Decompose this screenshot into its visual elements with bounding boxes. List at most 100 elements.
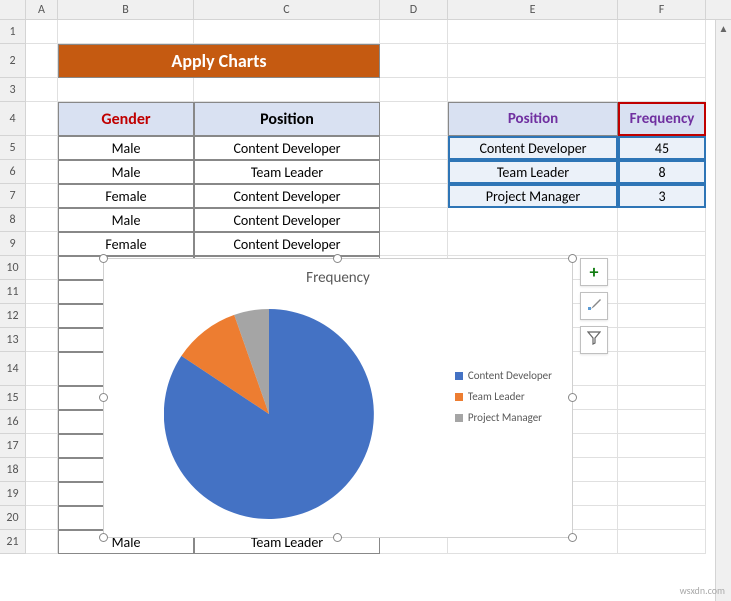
row-header[interactable]: 11 [0, 280, 26, 304]
cell[interactable] [194, 20, 380, 44]
cell[interactable] [618, 482, 706, 506]
row-header[interactable]: 16 [0, 410, 26, 434]
col-header-d[interactable]: D [380, 0, 448, 19]
legend-item[interactable]: Content Developer [455, 369, 552, 382]
cell[interactable] [380, 184, 448, 208]
row-header[interactable]: 6 [0, 160, 26, 184]
cell[interactable] [26, 458, 58, 482]
legend-item[interactable]: Team Leader [455, 390, 552, 403]
chart-filters-button[interactable] [580, 326, 608, 354]
row-header[interactable]: 1 [0, 20, 26, 44]
row-header[interactable]: 21 [0, 530, 26, 554]
cell[interactable] [618, 434, 706, 458]
row-header[interactable]: 14 [0, 352, 26, 386]
cell-frequency[interactable]: 45 [618, 136, 706, 160]
cell[interactable] [26, 160, 58, 184]
cell[interactable] [618, 78, 706, 102]
row-header[interactable]: 8 [0, 208, 26, 232]
cell[interactable] [58, 20, 194, 44]
cell-position[interactable]: Content Developer [194, 232, 380, 256]
resize-handle[interactable] [568, 533, 577, 542]
cell[interactable] [618, 304, 706, 328]
legend-item[interactable]: Project Manager [455, 411, 552, 424]
cell[interactable] [618, 458, 706, 482]
cell[interactable] [26, 280, 58, 304]
resize-handle[interactable] [99, 254, 108, 263]
row-header[interactable]: 5 [0, 136, 26, 160]
cell-position[interactable]: Content Developer [194, 136, 380, 160]
cell[interactable] [26, 20, 58, 44]
header-frequency[interactable]: Frequency [618, 102, 706, 136]
cell[interactable] [26, 44, 58, 78]
vertical-scrollbar[interactable]: ▲ [715, 20, 731, 601]
chart-elements-button[interactable]: + [580, 258, 608, 286]
cell-gender[interactable]: Female [58, 232, 194, 256]
row-header[interactable]: 10 [0, 256, 26, 280]
cell[interactable] [26, 102, 58, 136]
cell[interactable] [26, 78, 58, 102]
row-header[interactable]: 3 [0, 78, 26, 102]
cell[interactable] [26, 482, 58, 506]
resize-handle[interactable] [333, 533, 342, 542]
cell[interactable] [26, 386, 58, 410]
cell-position[interactable]: Team Leader [194, 160, 380, 184]
cell[interactable] [618, 352, 706, 386]
cell[interactable] [380, 232, 448, 256]
cell[interactable] [448, 208, 618, 232]
row-header[interactable]: 2 [0, 44, 26, 78]
cell[interactable] [26, 410, 58, 434]
cell[interactable] [618, 280, 706, 304]
cell[interactable] [448, 232, 618, 256]
cell[interactable] [618, 410, 706, 434]
cell-frequency[interactable]: 3 [618, 184, 706, 208]
cell[interactable] [618, 506, 706, 530]
cell[interactable] [26, 352, 58, 386]
cell-position-r[interactable]: Content Developer [448, 136, 618, 160]
col-header-c[interactable]: C [194, 0, 380, 19]
row-header[interactable]: 12 [0, 304, 26, 328]
row-header[interactable]: 17 [0, 434, 26, 458]
cell-position-r[interactable]: Team Leader [448, 160, 618, 184]
cell[interactable] [26, 136, 58, 160]
row-header[interactable]: 7 [0, 184, 26, 208]
col-header-b[interactable]: B [58, 0, 194, 19]
cell[interactable] [380, 160, 448, 184]
cell[interactable] [380, 208, 448, 232]
chart-styles-button[interactable] [580, 292, 608, 320]
col-header-e[interactable]: E [448, 0, 618, 19]
row-header[interactable]: 13 [0, 328, 26, 352]
cell[interactable] [380, 102, 448, 136]
col-header-a[interactable]: A [26, 0, 58, 19]
pie-chart-object[interactable]: Frequency Content Developer Team Leader … [103, 258, 573, 538]
cell[interactable] [618, 44, 706, 78]
cell[interactable] [618, 256, 706, 280]
cell[interactable] [448, 78, 618, 102]
scroll-up-icon[interactable]: ▲ [716, 20, 731, 36]
row-header[interactable]: 18 [0, 458, 26, 482]
cell[interactable] [26, 328, 58, 352]
cell[interactable] [26, 506, 58, 530]
pie-chart-plot[interactable] [164, 309, 374, 519]
chart-title[interactable]: Frequency [104, 259, 572, 287]
cell[interactable] [26, 434, 58, 458]
cell[interactable] [26, 304, 58, 328]
resize-handle[interactable] [568, 393, 577, 402]
row-header[interactable]: 4 [0, 102, 26, 136]
select-all-corner[interactable] [0, 0, 26, 19]
cell-gender[interactable]: Male [58, 136, 194, 160]
header-position-left[interactable]: Position [194, 102, 380, 136]
header-position-right[interactable]: Position [448, 102, 618, 136]
cell[interactable] [618, 328, 706, 352]
cell[interactable] [618, 530, 706, 554]
row-header[interactable]: 9 [0, 232, 26, 256]
cell[interactable] [26, 232, 58, 256]
cell[interactable] [618, 232, 706, 256]
cell[interactable] [26, 208, 58, 232]
row-header[interactable]: 20 [0, 506, 26, 530]
cell[interactable] [448, 20, 618, 44]
cell-position-r[interactable]: Project Manager [448, 184, 618, 208]
cell[interactable] [26, 256, 58, 280]
cell-position[interactable]: Content Developer [194, 208, 380, 232]
cell[interactable] [26, 184, 58, 208]
cell[interactable] [380, 44, 448, 78]
